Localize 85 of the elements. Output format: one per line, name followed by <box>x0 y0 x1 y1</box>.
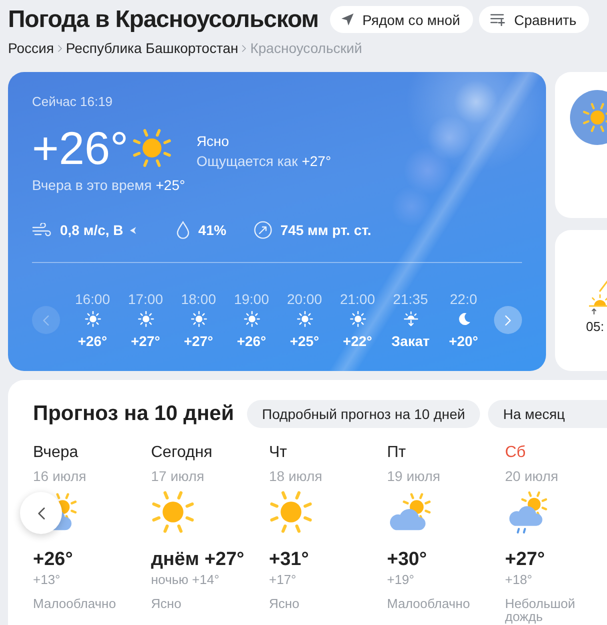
compare-button[interactable]: Сравнить <box>479 6 590 33</box>
pressure-gauge-icon <box>254 221 272 239</box>
hour-temperature: +26° <box>236 333 266 349</box>
hour-time: 21:35 <box>392 291 428 307</box>
day-temperature: +31° <box>269 549 309 571</box>
day-name: Сб <box>505 443 526 463</box>
hour-temperature: +22° <box>342 333 372 349</box>
hour-time: 22:0 <box>450 291 478 307</box>
day-date: 16 июля <box>33 467 86 485</box>
hour-temperature: +20° <box>448 333 478 349</box>
night-temperature: +19° <box>387 572 414 588</box>
day-condition: Ясно <box>269 597 300 610</box>
next-hours-button[interactable] <box>494 306 522 334</box>
sunset-icon <box>402 311 418 327</box>
sun-icon <box>151 490 195 534</box>
chevron-right-icon <box>505 314 511 326</box>
feels-like-label: Ощущается как <box>196 153 298 169</box>
day-name: Вчера <box>33 443 78 463</box>
day-temperature: +26° <box>33 549 73 571</box>
sunrise-icon <box>588 278 607 315</box>
day-date: 17 июля <box>151 467 204 485</box>
wind-icon <box>32 223 52 237</box>
night-temperature: ночью +14° <box>151 572 220 588</box>
day-condition: Ясно <box>151 597 182 610</box>
breadcrumb-current: Красноусольский <box>250 39 362 57</box>
wind-speed: 0,8 м/с, В <box>60 222 124 238</box>
forecast-title: Прогноз на 10 дней <box>33 401 234 427</box>
day-date: 20 июля <box>505 467 558 485</box>
yesterday-temp: +25° <box>156 177 186 193</box>
hour-temperature: +27° <box>184 333 214 349</box>
nearby-button[interactable]: Рядом со мной <box>330 6 474 33</box>
page-title: Погода в Красноусольском <box>8 6 318 33</box>
month-forecast-button[interactable]: На месяц <box>488 400 607 428</box>
current-temperature: +26° <box>32 125 128 171</box>
hour-time: 21:00 <box>340 291 376 307</box>
sun-icon <box>84 311 100 327</box>
current-time-label: Сейчас 16:19 <box>32 94 113 110</box>
day-date: 19 июля <box>387 467 440 485</box>
location-arrow-icon <box>341 13 354 26</box>
day-name: Пт <box>387 443 406 463</box>
chevron-left-icon <box>43 314 49 326</box>
day-condition: Небольшой дождь <box>505 597 576 623</box>
hour-time: 16:00 <box>74 291 110 307</box>
night-temperature: +18° <box>505 572 532 588</box>
day-condition: Малооблачно <box>33 597 116 610</box>
sun-icon <box>138 311 154 327</box>
sunset-label: Закат <box>391 333 430 349</box>
day-name: Сегодня <box>151 443 212 463</box>
sunrise-time: 05: <box>586 319 604 335</box>
day-date: 18 июля <box>269 467 322 485</box>
hour-temperature: +26° <box>78 333 108 349</box>
hour-temperature: +25° <box>290 333 320 349</box>
compare-list-icon <box>490 13 506 26</box>
sun-icon <box>269 490 313 534</box>
sun-icon <box>296 311 312 327</box>
breadcrumb-link[interactable]: Россия <box>8 39 54 57</box>
condition-text: Ясно <box>196 133 230 149</box>
humidity-value: 41% <box>198 222 226 238</box>
day-name: Чт <box>269 443 287 463</box>
chevron-left-icon <box>38 506 44 520</box>
hour-time: 17:00 <box>128 291 164 307</box>
day-temperature: днём +27° <box>151 549 244 571</box>
hour-time: 20:00 <box>286 291 322 307</box>
hour-time: 19:00 <box>234 291 270 307</box>
sun-icon <box>132 128 172 168</box>
hour-temperature: +27° <box>130 333 160 349</box>
previous-days-button[interactable] <box>20 492 62 534</box>
hour-time: 18:00 <box>180 291 216 307</box>
drop-icon <box>176 221 190 239</box>
day-temperature: +27° <box>505 549 545 571</box>
sun-icon <box>190 311 206 327</box>
chevron-icon <box>58 44 62 52</box>
chevron-icon <box>242 44 246 52</box>
wind-direction-icon <box>130 226 136 234</box>
detailed-forecast-button[interactable]: Подробный прогноз на 10 дней <box>247 400 480 428</box>
feels-like-temp: +27° <box>302 153 332 169</box>
sun-icon <box>350 311 366 327</box>
sun-icon <box>244 311 260 327</box>
night-temperature: +13° <box>33 572 60 588</box>
night-temperature: +17° <box>269 572 296 588</box>
pressure-value: 745 мм рт. ст. <box>280 222 372 238</box>
day-condition: Малооблачно <box>387 597 470 610</box>
yesterday-label: Вчера в это время <box>32 177 152 193</box>
day-temperature: +30° <box>387 549 427 571</box>
breadcrumb-link[interactable]: Республика Башкортостан <box>66 39 238 57</box>
